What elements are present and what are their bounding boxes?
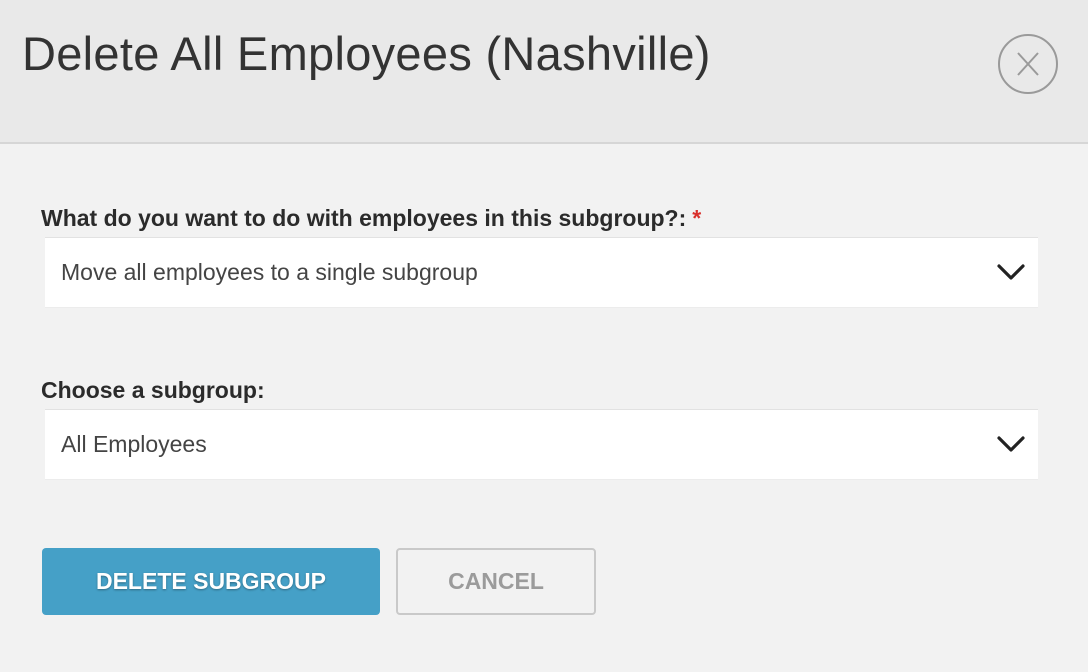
action-field-label-text: What do you want to do with employees in… (41, 205, 687, 231)
cancel-button[interactable]: CANCEL (396, 548, 596, 615)
modal-title: Delete All Employees (Nashville) (22, 27, 711, 80)
action-select-value: Move all employees to a single subgroup (61, 259, 478, 285)
delete-subgroup-modal: Delete All Employees (Nashville) What do… (0, 0, 1088, 672)
chevron-down-icon (997, 264, 1025, 280)
subgroup-field-label-text: Choose a subgroup: (41, 377, 265, 403)
required-asterisk: * (692, 205, 702, 231)
action-select[interactable]: Move all employees to a single subgroup (45, 237, 1038, 308)
subgroup-select-value: All Employees (61, 431, 207, 457)
close-button[interactable] (998, 34, 1058, 94)
subgroup-field-label: Choose a subgroup: (41, 377, 265, 404)
chevron-down-icon (997, 436, 1025, 452)
delete-subgroup-button[interactable]: DELETE SUBGROUP (42, 548, 380, 615)
modal-header: Delete All Employees (Nashville) (0, 0, 1088, 144)
subgroup-select[interactable]: All Employees (45, 409, 1038, 480)
action-field-label: What do you want to do with employees in… (41, 205, 701, 232)
close-x-circle-icon (1017, 52, 1039, 76)
